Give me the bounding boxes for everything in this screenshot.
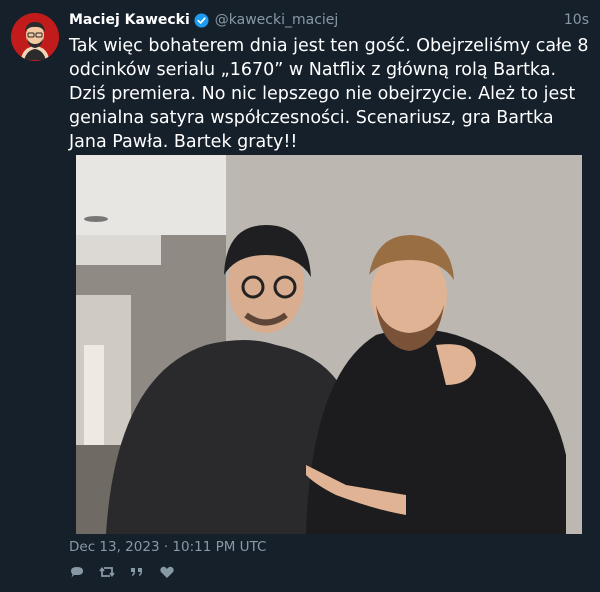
reply-icon[interactable] <box>69 564 85 580</box>
avatar[interactable] <box>11 13 59 61</box>
relative-time[interactable]: 10s <box>564 12 589 28</box>
quote-icon[interactable] <box>129 564 145 580</box>
author-name[interactable]: Maciej Kawecki <box>69 12 190 28</box>
tweet-timestamp[interactable]: Dec 13, 2023 · 10:11 PM UTC <box>69 539 266 555</box>
tweet-actions <box>69 564 175 580</box>
avatar-illustration <box>11 13 59 61</box>
tweet-photo[interactable] <box>76 155 582 534</box>
heart-icon[interactable] <box>159 564 175 580</box>
tweet-header: Maciej Kawecki @kawecki_maciej 10s <box>69 10 589 30</box>
photo-illustration <box>76 155 582 534</box>
retweet-icon[interactable] <box>99 564 115 580</box>
tweet-card: Maciej Kawecki @kawecki_maciej 10s Tak w… <box>0 0 600 592</box>
tweet-text: Tak więc bohaterem dnia jest ten gość. O… <box>69 36 589 152</box>
verified-badge-icon <box>194 12 209 28</box>
author-handle[interactable]: @kawecki_maciej <box>215 12 339 28</box>
